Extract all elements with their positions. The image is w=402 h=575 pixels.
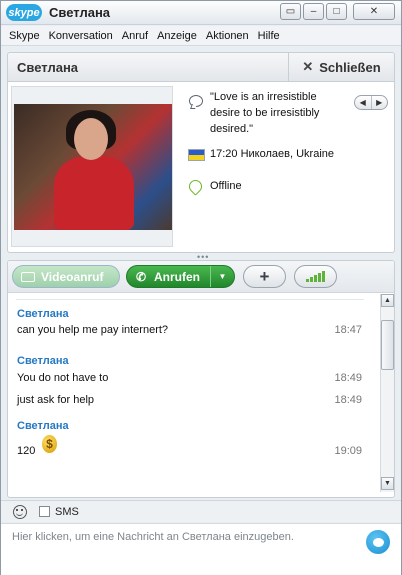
title-bar[interactable]: skype Светлана ▭ – □ ✕ bbox=[1, 1, 401, 25]
scroll-thumb[interactable] bbox=[381, 320, 394, 370]
ukraine-flag-icon bbox=[188, 149, 205, 161]
message-time: 18:49 bbox=[334, 372, 362, 384]
close-conversation-button[interactable]: ✕ Schließen bbox=[288, 53, 394, 81]
minimize-icon[interactable]: – bbox=[303, 3, 324, 20]
phone-icon: ✆ bbox=[136, 269, 147, 284]
message-text: can you help me pay internert? bbox=[17, 324, 169, 336]
maximize-icon[interactable]: □ bbox=[326, 3, 347, 20]
chat-window: skype Светлана ▭ – □ ✕ Skype Konversatio… bbox=[0, 0, 402, 575]
call-toolbar: Videoanruf ✆ Anrufen ▼ + bbox=[8, 261, 394, 293]
message-text: just ask for help bbox=[17, 394, 95, 406]
avatar[interactable] bbox=[14, 104, 172, 230]
menu-aktionen[interactable]: Aktionen bbox=[206, 30, 249, 42]
message-time: 18:49 bbox=[334, 394, 362, 406]
previous-arrow-icon[interactable]: ◀ bbox=[355, 96, 372, 109]
avatar-figure-face bbox=[74, 118, 108, 160]
signal-bar-icon bbox=[306, 279, 309, 282]
menu-hilfe[interactable]: Hilfe bbox=[258, 30, 280, 42]
close-icon[interactable]: ✕ bbox=[353, 3, 395, 20]
menu-bar: Skype Konversation Anruf Anzeige Aktione… bbox=[1, 26, 401, 46]
video-call-label: Videoanruf bbox=[41, 269, 104, 284]
message-text: You do not have to bbox=[17, 372, 109, 384]
avatar-figure-body bbox=[54, 156, 134, 230]
window-controls: ▭ – □ ✕ bbox=[280, 3, 395, 20]
signal-bar-icon bbox=[318, 273, 321, 282]
menu-anzeige[interactable]: Anzeige bbox=[157, 30, 197, 42]
mood-navigation: ◀ ▶ bbox=[354, 95, 388, 110]
offline-status-icon bbox=[186, 177, 205, 196]
message-time: 18:47 bbox=[334, 324, 362, 336]
message-input-placeholder: Hier klicken, um eine Nachricht an Светл… bbox=[12, 531, 294, 543]
send-message-button[interactable] bbox=[366, 530, 390, 554]
avatar-frame bbox=[11, 86, 173, 247]
call-quality-button[interactable] bbox=[294, 265, 337, 288]
message-text: 120 bbox=[17, 445, 36, 457]
message-time: 19:09 bbox=[334, 445, 362, 457]
skype-logo: skype bbox=[6, 4, 42, 21]
profile-panel: "Love is an irresistible desire to be ir… bbox=[7, 82, 395, 253]
signal-bar-icon bbox=[322, 271, 325, 282]
signal-bar-icon bbox=[314, 275, 317, 282]
input-toolbar: SMS bbox=[1, 500, 401, 522]
add-label: + bbox=[259, 266, 270, 286]
money-emoticon-icon: $ bbox=[42, 435, 57, 453]
message-input[interactable]: Hier klicken, um eine Nachricht an Светл… bbox=[1, 523, 401, 575]
menu-skype[interactable]: Skype bbox=[9, 30, 40, 42]
menu-konversation[interactable]: Konversation bbox=[49, 30, 113, 42]
tile-icon[interactable]: ▭ bbox=[280, 3, 301, 20]
message-sender[interactable]: Светлана bbox=[17, 308, 69, 320]
contact-header: Светлана ✕ Schließen bbox=[7, 52, 395, 82]
divider bbox=[16, 299, 364, 300]
message-history[interactable]: Светлана can you help me pay internert? … bbox=[8, 294, 380, 492]
chat-bubble-icon bbox=[372, 537, 384, 547]
emoticon-icon[interactable] bbox=[13, 504, 27, 519]
message-sender[interactable]: Светлана bbox=[17, 355, 69, 367]
video-camera-icon bbox=[21, 271, 35, 282]
close-x-icon: ✕ bbox=[302, 59, 314, 74]
online-status: Offline bbox=[210, 180, 242, 192]
scroll-up-icon[interactable]: ▲ bbox=[381, 294, 394, 307]
window-title: Светлана bbox=[49, 5, 111, 20]
sms-label: SMS bbox=[55, 505, 79, 518]
call-label: Anrufen bbox=[154, 269, 200, 284]
message-sender[interactable]: Светлана bbox=[17, 420, 69, 432]
call-options-dropdown[interactable]: ▼ bbox=[210, 266, 234, 287]
close-label: Schließen bbox=[319, 59, 381, 75]
video-call-button[interactable]: Videoanruf bbox=[12, 265, 120, 288]
speech-bubble-icon bbox=[189, 95, 203, 107]
local-time-location: 17:20 Николаев, Ukraine bbox=[210, 148, 334, 160]
message-scrollbar[interactable]: ▲ ▼ bbox=[380, 294, 394, 492]
sms-checkbox[interactable] bbox=[39, 506, 50, 517]
signal-bar-icon bbox=[310, 277, 313, 282]
call-button[interactable]: ✆ Anrufen ▼ bbox=[126, 265, 235, 288]
contact-name[interactable]: Светлана bbox=[17, 60, 78, 75]
menu-anruf[interactable]: Anruf bbox=[122, 30, 148, 42]
mood-message: "Love is an irresistible desire to be ir… bbox=[210, 91, 320, 135]
chat-area: Videoanruf ✆ Anrufen ▼ + Светлана can yo… bbox=[7, 260, 395, 498]
next-arrow-icon[interactable]: ▶ bbox=[372, 96, 388, 109]
add-people-button[interactable]: + bbox=[243, 265, 286, 288]
scroll-down-icon[interactable]: ▼ bbox=[381, 477, 394, 490]
